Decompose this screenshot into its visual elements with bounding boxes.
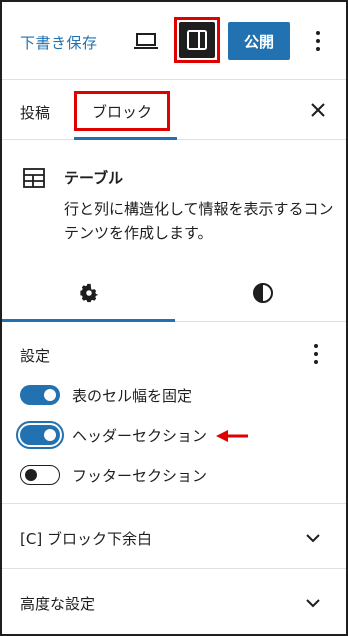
focus-ring (16, 421, 64, 449)
vertical-ellipsis-icon (314, 344, 318, 364)
half-circle-contrast-icon (252, 283, 273, 303)
laptop-icon (134, 33, 158, 49)
toggle-row-footer-section: フッターセクション (20, 463, 207, 487)
settings-toggle-button[interactable] (174, 17, 220, 63)
block-inspector-tabs (2, 264, 346, 322)
header-section-toggle[interactable] (16, 421, 64, 449)
block-settings-sidebar: 下書き保存 公開 投稿 ブロック テーブル 行と列に構造化して情報を表示するコン… (0, 0, 348, 636)
tab-settings[interactable] (2, 264, 175, 322)
bottom-margin-panel-toggle[interactable]: [C] ブロック下余白 (2, 505, 346, 569)
toggle-row-header-section: ヘッダーセクション (16, 421, 208, 449)
gear-icon (79, 283, 98, 303)
settings-panel: 設定 表のセル幅を固定 ヘッダーセクション フッターセクション (2, 322, 346, 504)
settings-panel-title: 設定 (20, 347, 51, 365)
toggle-row-fixed-width: 表のセル幅を固定 (20, 383, 192, 407)
advanced-panel-toggle[interactable]: 高度な設定 (2, 570, 346, 634)
table-icon (23, 168, 45, 188)
sidebar-toggle-icon (187, 30, 207, 50)
header-section-label: ヘッダーセクション (72, 426, 208, 445)
toggle-knob (44, 389, 56, 401)
block-title: テーブル (64, 169, 124, 187)
tab-post[interactable]: 投稿 (20, 102, 50, 123)
settings-options-button[interactable] (306, 341, 326, 367)
fixed-width-label: 表のセル幅を固定 (72, 386, 193, 405)
advanced-panel-label: 高度な設定 (20, 595, 96, 613)
chevron-down-icon (306, 599, 320, 608)
annotation-arrow-icon (216, 430, 248, 442)
block-description: 行と列に構造化して情報を表示するコンテンツを作成します。 (64, 200, 334, 242)
preview-button[interactable] (131, 29, 161, 53)
footer-section-label: フッターセクション (72, 466, 208, 485)
close-icon (311, 103, 325, 117)
bottom-margin-panel-label: [C] ブロック下余白 (20, 530, 152, 548)
sidebar-tabs: 投稿 ブロック (2, 80, 346, 140)
toggle-knob (44, 429, 56, 441)
footer-section-toggle[interactable] (20, 465, 60, 485)
save-draft-button[interactable]: 下書き保存 (20, 32, 98, 53)
vertical-ellipsis-icon (316, 31, 320, 51)
block-card: テーブル 行と列に構造化して情報を表示するコンテンツを作成します。 (2, 140, 346, 260)
toggle-knob (25, 468, 37, 481)
options-menu-button[interactable] (308, 27, 328, 55)
chevron-down-icon (306, 534, 320, 543)
publish-button[interactable]: 公開 (228, 22, 290, 60)
tab-block[interactable]: ブロック (74, 91, 170, 131)
fixed-width-toggle[interactable] (20, 385, 60, 405)
tab-block-label: ブロック (91, 102, 152, 121)
tab-styles[interactable] (175, 264, 346, 322)
close-sidebar-button[interactable] (308, 100, 328, 120)
editor-toolbar: 下書き保存 公開 (2, 2, 346, 80)
settings-toggle-active-bg (179, 22, 215, 58)
